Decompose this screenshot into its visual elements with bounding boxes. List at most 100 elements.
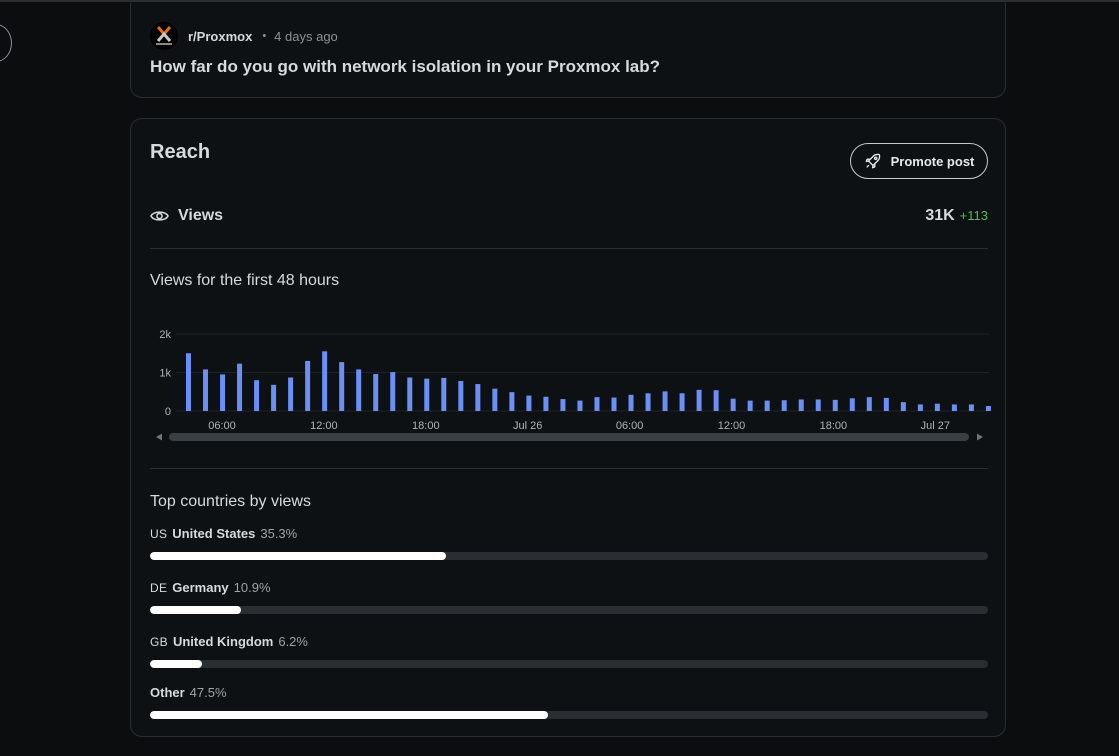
country-code: DE (150, 581, 168, 595)
chart-bar[interactable] (407, 377, 413, 411)
country-row: DE Germany 10.9% (150, 580, 988, 614)
chart-bar[interactable] (832, 399, 838, 411)
country-label: GB United Kingdom 6.2% (150, 634, 988, 650)
country-percent: 47.5% (189, 685, 227, 700)
chart-bar[interactable] (356, 369, 362, 411)
country-progress-track (150, 660, 988, 668)
post-title[interactable]: How far do you go with network isolation… (150, 57, 660, 77)
y-tick-label: 2k (159, 329, 171, 341)
chart-bar[interactable] (934, 403, 940, 411)
divider (150, 468, 988, 469)
chart-bar[interactable] (458, 380, 464, 411)
post-card[interactable]: r/Proxmox • 4 days ago How far do you go… (130, 2, 1006, 98)
country-progress-track (150, 606, 988, 614)
chart-bar[interactable] (679, 393, 685, 411)
chart-title: Views for the first 48 hours (150, 272, 340, 289)
chart-bar[interactable] (186, 353, 191, 411)
chart-bar[interactable] (577, 400, 583, 411)
x-tick-label: 12:00 (310, 420, 338, 432)
chart-bar[interactable] (509, 392, 515, 411)
chart-bar[interactable] (594, 397, 600, 411)
x-tick-label: 06:00 (616, 420, 644, 432)
chart-bar[interactable] (203, 369, 209, 411)
country-name: Germany (172, 580, 229, 595)
country-row: Other 47.5% (150, 685, 988, 719)
chart-bar[interactable] (305, 360, 311, 411)
views-bar-chart: 2k 1k 0 06:00 12:00 18:00 Jul 26 06:00 12:00 18:… (156, 329, 991, 441)
country-row: GB United Kingdom 6.2% (150, 634, 988, 668)
country-progress-fill (150, 552, 446, 560)
reach-card: Reach Promote post Views 31K +113 Views … (130, 118, 1006, 737)
chart-bar[interactable] (900, 402, 906, 411)
chart-bar[interactable] (441, 377, 447, 411)
chart-bar[interactable] (798, 399, 804, 411)
chart-bar[interactable] (951, 404, 957, 411)
chart-bar[interactable] (866, 397, 872, 411)
scroll-right-arrow-icon[interactable] (977, 433, 983, 441)
chart-bar[interactable] (271, 384, 277, 411)
chart-bar[interactable] (645, 393, 651, 411)
chart-bar[interactable] (917, 404, 923, 411)
country-progress-fill (150, 711, 549, 719)
chart-bar[interactable] (730, 398, 736, 411)
chart-bar[interactable] (815, 399, 821, 411)
country-percent: 35.3% (260, 526, 298, 541)
scroll-left-arrow-icon[interactable] (156, 433, 162, 441)
post-age: 4 days ago (274, 28, 338, 44)
country-row: US United States 35.3% (150, 526, 988, 560)
country-progress-track (150, 552, 988, 560)
chart-bar[interactable] (373, 374, 379, 411)
proxmox-logo-icon[interactable] (150, 22, 178, 50)
chart-bar[interactable] (985, 406, 991, 411)
x-tick-label: 18:00 (820, 420, 848, 432)
chart-bar[interactable] (713, 390, 719, 411)
eye-icon (150, 211, 169, 221)
chart-bar[interactable] (543, 396, 549, 411)
rocket-icon (865, 153, 880, 169)
country-name: United Kingdom (172, 634, 274, 649)
chart-bar[interactable] (764, 400, 770, 411)
chart-bar[interactable] (968, 404, 974, 411)
chart-bar[interactable] (339, 362, 345, 411)
chart-bar[interactable] (322, 351, 328, 411)
chart-bar[interactable] (390, 372, 396, 411)
promote-post-button[interactable]: Promote post (850, 143, 988, 179)
chart-bar[interactable] (475, 384, 481, 411)
country-percent: 10.9% (233, 580, 271, 595)
chart-bar[interactable] (662, 391, 668, 411)
promote-post-label: Promote post (890, 153, 975, 169)
meta-separator: • (262, 30, 267, 42)
chart-bar[interactable] (492, 388, 498, 411)
x-tick-label: Jul 26 (513, 420, 542, 432)
country-progress-track (150, 711, 988, 719)
country-name: Other (150, 685, 185, 700)
chart-bar[interactable] (220, 374, 226, 411)
chart-bar[interactable] (560, 399, 566, 411)
country-progress-fill (150, 660, 202, 668)
country-name: United States (172, 526, 256, 541)
subreddit-link[interactable]: r/Proxmox (188, 29, 252, 44)
views-label: Views (178, 207, 224, 224)
chart-bar[interactable] (628, 394, 634, 411)
country-progress-fill (150, 606, 242, 614)
chart-bar[interactable] (747, 400, 753, 411)
divider (150, 248, 988, 249)
x-tick-label: 12:00 (718, 420, 746, 432)
y-tick-label: 0 (165, 406, 171, 418)
chart-bar[interactable] (883, 397, 889, 411)
chart-bar[interactable] (237, 363, 243, 411)
countries-title: Top countries by views (150, 493, 311, 510)
views-total: 31K (925, 207, 955, 224)
chart-scrollbar-thumb[interactable] (169, 433, 969, 441)
views-delta: +113 (959, 208, 988, 223)
chart-bar[interactable] (424, 378, 430, 411)
chart-bar[interactable] (849, 398, 855, 411)
chart-bar[interactable] (254, 380, 260, 411)
chart-bar[interactable] (611, 397, 617, 411)
chart-bar[interactable] (288, 377, 294, 411)
side-button-edge[interactable] (0, 24, 12, 62)
country-label: DE Germany 10.9% (150, 580, 988, 596)
chart-bar[interactable] (526, 395, 532, 411)
chart-bar[interactable] (696, 389, 702, 411)
chart-bar[interactable] (781, 400, 787, 411)
